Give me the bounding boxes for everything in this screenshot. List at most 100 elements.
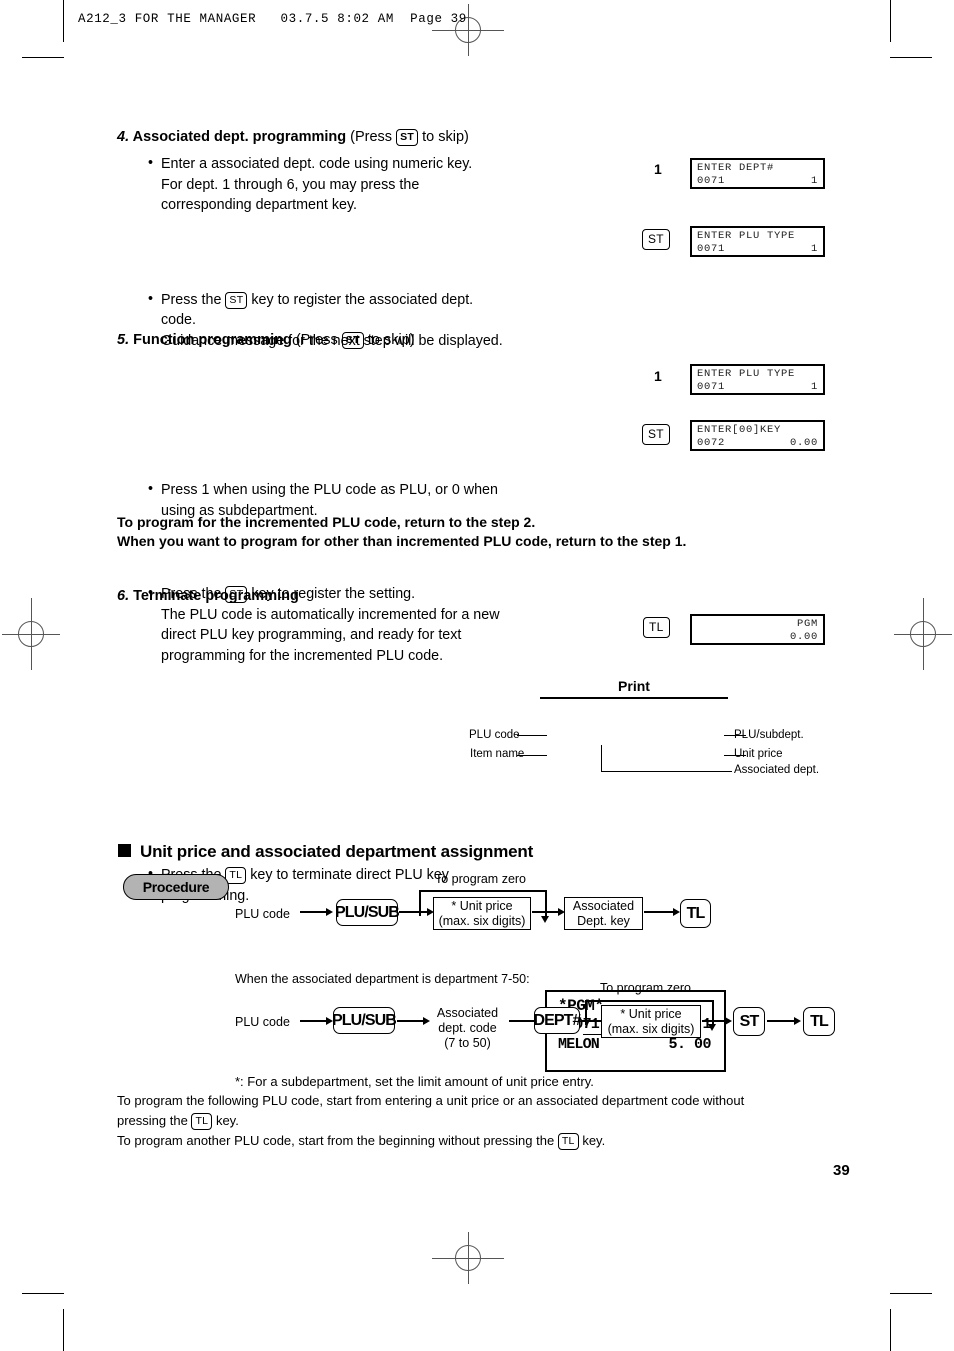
flow2-plusub-key[interactable]: PLU/SUB [332,1007,397,1034]
footnote-line-3: To program another PLU code, start from … [117,1131,605,1151]
flow2-unit-price-line2: (max. six digits) [607,1021,695,1036]
step5-number: 5. [117,332,130,348]
receipt-item-name: MELON [558,1036,600,1053]
step4-b2-post: key to register the associated dept. [251,291,474,308]
lcd-line: 0.00 [697,631,818,644]
label-plu-code: PLU code [469,729,520,741]
lcd-line: 0071 1 [697,175,818,188]
step6-input: TL [643,617,670,638]
step4-number: 4. [117,129,130,145]
step4-input-1: 1 [654,161,662,177]
flow2-bypass-horizontal [585,1000,713,1002]
flow2-arrow-6 [767,1015,801,1027]
flow1-note-zero: To program zero [435,872,527,886]
page-section-heading: Unit price and associated department ass… [118,842,533,862]
flow1-assoc-dept-box: Associated Dept. key [564,897,643,930]
footnote-l3-pre: To program another PLU code, start from … [117,1133,555,1148]
footnote-l3-post: key. [582,1133,606,1148]
note-line-1: To program for the incremented PLU code,… [117,514,536,530]
step4-b1-line2: For dept. 1 through 6, you may press the [161,176,420,193]
st-key-icon[interactable]: ST [341,332,364,349]
footnote-l2-pre: pressing the [117,1113,188,1128]
registration-mark-left [2,598,60,670]
receipt-unit-price-value: 5. 00 [668,1036,711,1053]
lcd-left: 0072 [697,437,726,449]
flow2-assoc-line3: (7 to 50) [444,1036,491,1050]
step4-b2-line2: code. [161,312,196,328]
leader-assoc-horizontal [601,771,732,772]
step4-b2-line1: Press the ST key to register the associa… [161,290,528,311]
lcd-line: 0071 1 [697,381,818,394]
flow2-arrow-1 [300,1015,333,1027]
crop-mark-top-right-horizontal [890,57,932,58]
lcd-line: ENTER DEPT# [697,162,818,175]
lcd-left: 0071 [697,175,726,187]
lcd-line: 0072 0.00 [697,437,818,450]
registration-mark-right [894,598,952,670]
flow1-bypass-horizontal [419,890,546,892]
print-label: Print [618,678,650,694]
step5-b2-line3: direct PLU key programming, and ready fo… [161,627,462,643]
lcd-left: 0071 [697,243,726,255]
step4-b2-pre: Press the [161,291,222,308]
lcd-text: ENTER PLU TYPE [697,368,796,380]
step6-title-text: Terminate programming [133,588,299,604]
step5-display-2: ENTER[00]KEY 0072 0.00 [690,420,825,451]
tl-key-icon[interactable]: TL [225,867,247,884]
step5-b1-line1: Press 1 when using the PLU code as PLU, … [161,482,498,498]
step4-input-2: ST [642,229,670,250]
st-key-icon[interactable]: ST [225,291,248,309]
step4-suffix-post: to skip) [422,129,469,145]
flow1-arrow-3 [532,906,565,918]
crop-mark-bottom-right-vertical [890,1309,891,1351]
flow1-assoc-line1: Associated [572,898,635,913]
flow2-note-zero: To program zero [600,981,692,995]
lcd-line: ENTER PLU TYPE [697,368,818,381]
step6-title: 6. Terminate programming [117,588,299,604]
lcd-line: PGM [697,618,818,631]
lcd-right: 1 [810,381,818,393]
flow1-arrow-2 [399,906,434,918]
lcd-text: ENTER DEPT# [697,162,775,174]
step5-b2-line4: programming for the incremented PLU code… [161,647,444,664]
step4-title-text: Associated dept. programming [132,129,347,145]
flow2-assoc-line1: Associated [436,1006,499,1020]
procedure-badge: Procedure [123,874,229,900]
flow1-arrow-1 [300,906,333,918]
lcd-right: 1 [810,175,818,187]
step6-number: 6. [117,588,130,604]
flow2-dept-key[interactable]: DEPT# [533,1007,581,1034]
step4-b1-line1: Enter a associated dept. code using nume… [161,156,473,172]
lcd-right: 1 [810,243,818,255]
st-key-icon[interactable]: ST [642,424,670,445]
st-key-icon[interactable]: ST [642,229,670,250]
crop-mark-top-left-horizontal [22,57,64,58]
flow1-unit-price-box: * Unit price (max. six digits) [433,897,531,930]
flow2-st-key[interactable]: ST [733,1007,765,1036]
footnote-line-1: To program the following PLU code, start… [117,1093,745,1108]
flow2-assoc-dept-code: Associated dept. code (7 to 50) [425,1006,510,1051]
footnote-l2-post: key. [215,1113,239,1128]
page-header-text: A212_3 FOR THE MANAGER 03.7.5 8:02 AM Pa… [78,12,467,26]
step6-display: PGM 0.00 [690,614,825,645]
tl-key-icon[interactable]: TL [191,1113,213,1130]
step5-input-2: ST [642,424,670,445]
label-item-name: Item name [470,748,525,760]
lcd-line: ENTER[00]KEY [697,424,818,437]
lcd-right: PGM [796,618,818,630]
flow1-assoc-line2: Dept. key [577,913,630,928]
label-unit-price: Unit price [734,748,783,760]
flow1-tl-key[interactable]: TL [680,899,711,928]
st-key-icon[interactable]: ST [396,129,419,146]
tl-key-icon[interactable]: TL [557,1133,579,1150]
page-number: 39 [833,1162,850,1179]
flow1-arrow-4 [644,906,680,918]
step5-suffix-post: to skip) [367,332,415,348]
lcd-line: 0071 1 [697,243,818,256]
footnote-line-2: pressing the TL key. [117,1111,239,1131]
lcd-right: 0.00 [789,631,818,643]
step4-suffix-pre: (Press [350,129,393,145]
tl-key-icon[interactable]: TL [643,617,670,638]
flow2-tl-key[interactable]: TL [803,1007,835,1036]
flow1-plusub-key[interactable]: PLU/SUB [335,899,400,926]
